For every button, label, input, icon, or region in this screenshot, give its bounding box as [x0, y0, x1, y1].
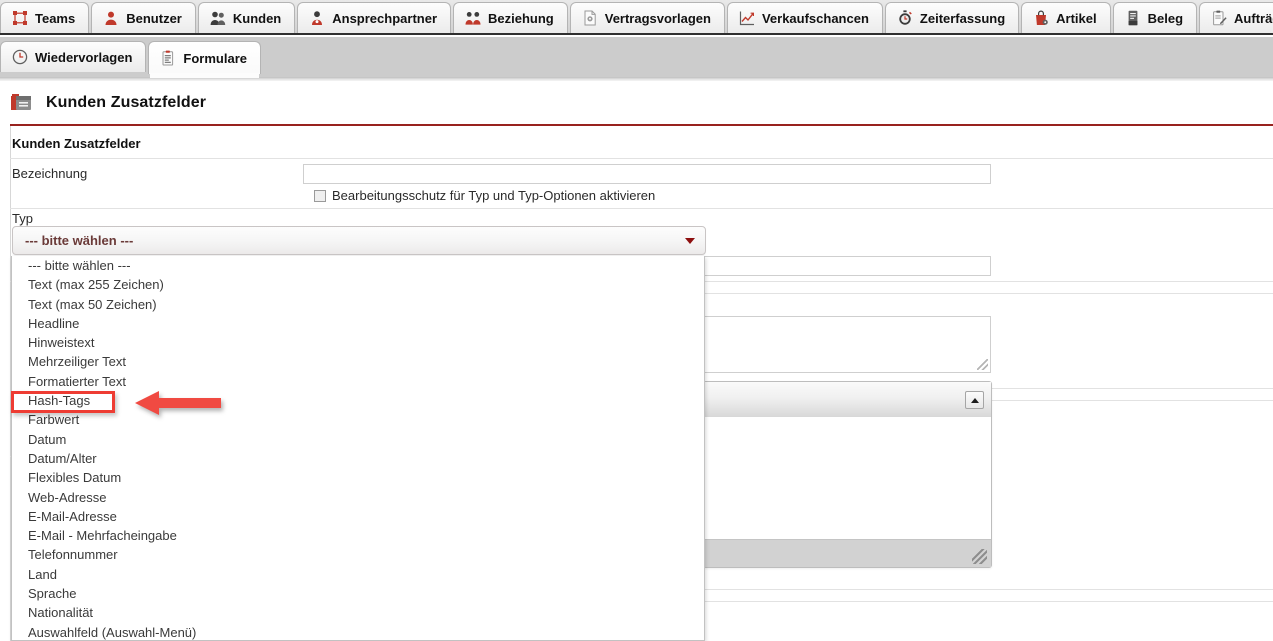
page-header: Kunden Zusatzfelder: [0, 81, 1273, 125]
description-textarea[interactable]: [703, 316, 991, 373]
receipt-icon: [1128, 10, 1138, 26]
typ-option[interactable]: Text (max 255 Zeichen): [12, 275, 704, 294]
tab-label: Ansprechpartner: [332, 10, 437, 26]
annotation-highlight-box: [11, 391, 115, 413]
secondary-tab-bar: Wiedervorlagen Formulare: [0, 37, 1273, 81]
article-bag-icon: [1036, 10, 1048, 25]
bezeichnung-input[interactable]: [303, 164, 991, 184]
tab-vertragsvorlagen[interactable]: Vertragsvorlagen: [569, 2, 725, 33]
chevron-down-icon: [685, 237, 695, 244]
editor-resize-grip-icon[interactable]: [972, 549, 987, 564]
tab-beleg[interactable]: Beleg: [1112, 2, 1198, 33]
form-clipboard-icon: [162, 50, 174, 66]
typ-option[interactable]: Telefonnummer: [12, 545, 704, 564]
editor-toolbar[interactable]: [704, 382, 991, 418]
tab-label: Aufträge: [1234, 10, 1273, 26]
typ-option[interactable]: Datum/Alter: [12, 449, 704, 468]
typ-option[interactable]: Sprache: [12, 584, 704, 603]
edit-protection-label: Bearbeitungsschutz für Typ und Typ-Optio…: [332, 188, 656, 203]
divider: [703, 589, 1273, 590]
tab-zeiterfassung[interactable]: Zeiterfassung: [884, 2, 1020, 33]
tab-label: Verkaufschancen: [761, 10, 869, 26]
chevron-up-icon: [970, 397, 979, 403]
tab-verkaufschancen[interactable]: Verkaufschancen: [726, 2, 883, 33]
application-window: Teams Benutzer Kunden Ansprechpartner Bezieh…: [0, 0, 1273, 641]
typ-option[interactable]: --- bitte wählen ---: [12, 256, 704, 275]
user-icon: [105, 11, 117, 25]
typ-option[interactable]: Hash-Tags: [12, 391, 704, 410]
tab-label: Benutzer: [126, 10, 182, 26]
typ-option[interactable]: Flexibles Datum: [12, 468, 704, 487]
tab-ansprechpartner[interactable]: Ansprechpartner: [297, 2, 451, 33]
typ-option[interactable]: Web-Adresse: [12, 488, 704, 507]
tab-label: Teams: [35, 10, 76, 26]
typ-option[interactable]: Hinweistext: [12, 333, 704, 352]
tab-label: Formulare: [183, 50, 247, 66]
tab-label: Beziehung: [488, 10, 554, 26]
tab-auftr-ge[interactable]: Aufträge: [1199, 2, 1273, 33]
tab-kunden[interactable]: Kunden: [197, 2, 296, 33]
tab-label: Kunden: [232, 10, 282, 26]
editor-footer: [704, 539, 991, 567]
tab-label: Wiedervorlagen: [35, 49, 133, 65]
typ-option[interactable]: E-Mail-Adresse: [12, 507, 704, 526]
rich-text-editor[interactable]: [703, 381, 992, 568]
edit-protection-checkbox[interactable]: [314, 189, 326, 202]
stopwatch-icon: [899, 10, 912, 25]
card-file-icon: [10, 93, 32, 113]
section-title: Kunden Zusatzfelder: [12, 136, 141, 151]
tab-wiedervorlagen[interactable]: Wiedervorlagen: [0, 41, 147, 72]
tab-teams[interactable]: Teams: [0, 2, 90, 33]
secondary-text-input[interactable]: [703, 256, 991, 276]
typ-label: Typ: [12, 211, 33, 226]
page-title: Kunden Zusatzfelder: [46, 94, 207, 111]
orders-clipboard-icon: [1213, 10, 1227, 26]
contact-person-icon: [312, 11, 323, 25]
editor-content-area[interactable]: [704, 417, 991, 540]
tab-formulare[interactable]: Formulare: [148, 41, 261, 78]
tab-label: Zeiterfassung: [919, 10, 1006, 26]
divider: [10, 208, 1273, 209]
tab-label: Vertragsvorlagen: [604, 10, 711, 26]
resize-grip-icon[interactable]: [977, 359, 988, 370]
typ-option[interactable]: Formatierter Text: [12, 372, 704, 391]
sales-chart-icon: [739, 11, 754, 26]
typ-option[interactable]: Mehrzeiliger Text: [12, 352, 704, 371]
relationship-icon: [465, 12, 481, 25]
customers-icon: [210, 11, 226, 25]
typ-option[interactable]: Auswahlfeld (Auswahl-Menü): [12, 623, 704, 640]
typ-option[interactable]: Datum: [12, 430, 704, 449]
typ-option[interactable]: Headline: [12, 314, 704, 333]
clock-icon: [12, 49, 28, 65]
typ-option[interactable]: E-Mail - Mehrfacheingabe: [12, 526, 704, 545]
tab-artikel[interactable]: Artikel: [1021, 2, 1111, 33]
typ-option[interactable]: Farbwert: [12, 410, 704, 429]
typ-select[interactable]: --- bitte wählen ---: [12, 226, 706, 255]
contract-template-icon: [584, 10, 596, 26]
teams-icon: [13, 11, 27, 25]
primary-tab-bar: Teams Benutzer Kunden Ansprechpartner Bezieh…: [0, 0, 1273, 35]
bezeichnung-label: Bezeichnung: [12, 166, 88, 181]
typ-option-list[interactable]: --- bitte wählen --- Text (max 255 Zeiche…: [11, 256, 705, 641]
typ-option[interactable]: Text (max 50 Zeichen): [12, 295, 704, 314]
typ-option[interactable]: Land: [12, 565, 704, 584]
annotation-arrow: [133, 387, 223, 419]
typ-selected-value: --- bitte wählen ---: [25, 233, 134, 248]
editor-collapse-toolbar-button[interactable]: [965, 391, 984, 409]
divider: [703, 293, 1273, 294]
edit-protection-row[interactable]: Bearbeitungsschutz für Typ und Typ-Optio…: [314, 188, 655, 203]
divider: [10, 158, 1273, 159]
typ-option[interactable]: Nationalität: [12, 603, 704, 622]
tab-beziehung[interactable]: Beziehung: [453, 2, 568, 33]
tab-label: Beleg: [1147, 10, 1184, 26]
divider: [703, 281, 1273, 282]
tab-benutzer[interactable]: Benutzer: [91, 2, 196, 33]
tab-label: Artikel: [1056, 10, 1097, 26]
divider: [703, 601, 1273, 602]
